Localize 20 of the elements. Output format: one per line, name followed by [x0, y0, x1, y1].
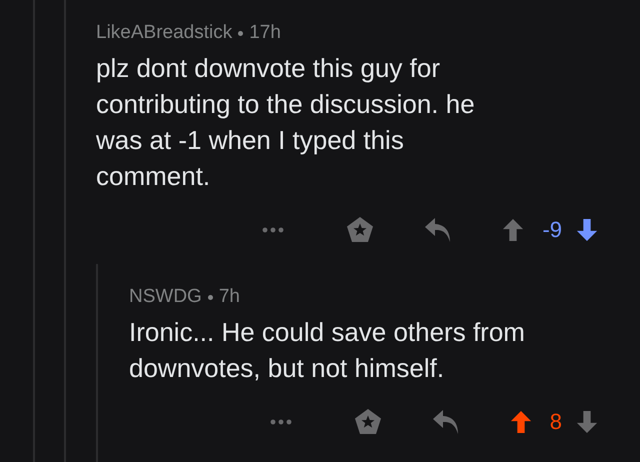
vote-score: 8 [550, 409, 562, 435]
username[interactable]: LikeABreadstick [96, 22, 232, 44]
award-icon[interactable] [354, 408, 382, 436]
more-icon[interactable] [270, 419, 292, 425]
username[interactable]: NSWDG [129, 286, 202, 308]
separator-dot [238, 30, 244, 36]
reply-icon[interactable] [424, 217, 452, 243]
separator-dot [208, 294, 213, 300]
downvote-icon[interactable] [576, 218, 598, 242]
comment-age: 17h [249, 22, 281, 44]
downvote-icon[interactable] [576, 410, 598, 434]
comment-text: plz dont downvote this guy for contributing to the discussion. he was at -1 when I typed this comment. [96, 52, 476, 193]
award-icon[interactable] [346, 216, 374, 244]
comment-age: 7h [218, 286, 240, 308]
reply-icon[interactable] [432, 409, 460, 435]
upvote-icon[interactable] [510, 410, 532, 434]
upvote-icon[interactable] [502, 218, 524, 242]
vote-score: -9 [542, 217, 562, 243]
comment-text: Ironic... He could save others from downvotes, but not himself. [129, 316, 526, 385]
more-icon[interactable] [262, 227, 284, 233]
